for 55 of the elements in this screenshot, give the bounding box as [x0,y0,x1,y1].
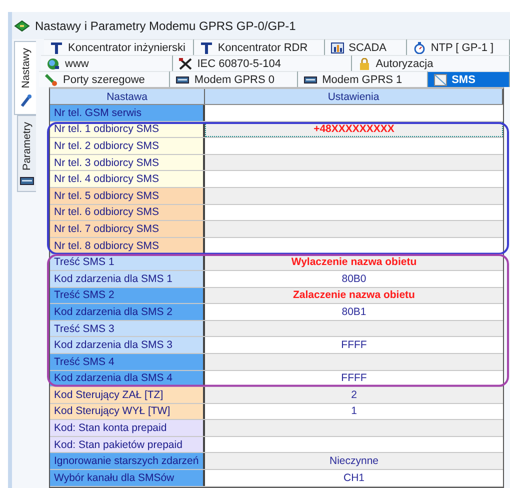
setting-name: Nr tel. 3 odbiorcy SMS [50,154,205,170]
chart-icon [330,42,344,54]
setting-name: Nr tel. 2 odbiorcy SMS [50,138,205,154]
lock-icon [358,58,371,70]
setting-name: Nr tel. 4 odbiorcy SMS [50,171,205,187]
tab[interactable]: Koncentrator inżynierski [44,39,194,55]
side-tab[interactable]: Nastawy [14,41,36,116]
modem-icon [20,176,34,185]
setting-name: Kod Sterujący WYŁ [TW] [50,404,205,420]
tab[interactable]: Autoryzacja [352,55,510,71]
setting-name: Kod zdarzenia dla SMS 3 [50,337,205,353]
setting-value[interactable]: FFFF [205,337,503,353]
setting-name: Nr tel. 8 odbiorcy SMS [50,238,205,254]
tab[interactable]: NTP [ GP-1 ] [406,39,510,55]
t-bar-icon [50,42,63,54]
setting-value[interactable]: 80B1 [205,304,503,320]
tools-icon [179,58,192,70]
setting-name: Kod: Stan konta prepaid [50,420,205,436]
setting-name: Nr tel. 7 odbiorcy SMS [50,221,205,237]
setting-name: Ignorowanie starszych zdarzeń [50,453,205,470]
setting-name: Nr tel. 6 odbiorcy SMS [50,204,205,220]
tab[interactable]: SCADA [324,39,407,55]
setting-value[interactable]: FFFF [205,370,503,386]
circuit-board-icon [14,20,30,32]
setting-value[interactable]: 1 [205,404,503,420]
setting-name: Kod Sterujący ZAŁ [TZ] [50,387,205,403]
modem-icon [176,74,190,86]
column-header: Ustawienia [205,89,503,104]
setting-value[interactable]: CH1 [205,470,503,486]
setting-name: Wybór kanału dla SMSów [50,470,205,486]
tab[interactable]: Modem GPRS 0 [170,71,298,87]
setting-value[interactable]: 80B0 [205,270,503,287]
setting-name: Treść SMS 2 [50,288,205,304]
modem-icon [304,74,318,86]
tab[interactable]: Koncentrator RDR [194,39,325,55]
setting-name: Treść SMS 3 [50,320,205,336]
column-header: Nastawa [50,89,205,104]
globe-icon [47,58,60,70]
setting-value[interactable]: Nieczynne [205,453,503,470]
setting-name: Kod: Stan pakietów prepaid [50,436,205,452]
tab[interactable]: Porty szeregowe [39,71,170,87]
setting-name: Kod zdarzenia dla SMS 1 [50,270,205,287]
tab[interactable]: IEC 60870-5-104 [173,55,352,71]
setting-name: Treść SMS 4 [50,354,205,370]
t-bar-icon [200,42,213,54]
setting-name: Nr tel. 5 odbiorcy SMS [50,188,205,204]
window-title: Nastawy i Parametry Modemu GPRS GP-0/GP-1 [35,18,296,32]
tab[interactable]: www [41,55,174,71]
setting-value[interactable]: 2 [205,387,503,403]
tab[interactable]: Modem GPRS 1 [298,71,428,87]
stopwatch-icon [412,42,426,54]
tab[interactable]: SMS [428,71,510,87]
setting-name: Kod zdarzenia dla SMS 2 [50,304,205,320]
side-tab[interactable]: Parametry [17,115,36,192]
setting-name: Nr tel. GSM serwis [50,105,205,121]
